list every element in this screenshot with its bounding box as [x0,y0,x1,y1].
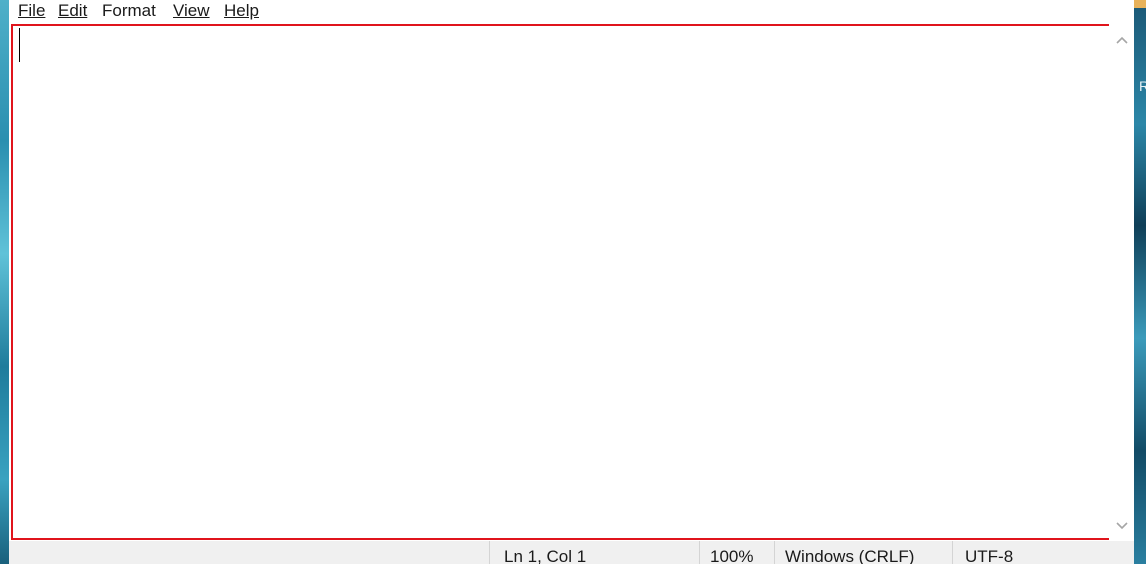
menu-view[interactable]: View [173,0,210,23]
menu-bar: File Edit Format View Help [9,0,1134,23]
scroll-down-button[interactable] [1109,513,1134,538]
status-bar: Ln 1, Col 1 100% Windows (CRLF) UTF-8 [9,541,1134,564]
menu-edit[interactable]: Edit [58,0,87,23]
scroll-up-button[interactable] [1109,27,1134,52]
menu-file[interactable]: File [18,0,45,23]
menu-format-label: Format [102,1,156,20]
status-line-ending: Windows (CRLF) [774,541,952,564]
chevron-down-icon [1115,521,1128,529]
notepad-window: File Edit Format View Help Ln 1, Col 1 1… [9,0,1134,564]
status-cursor-position: Ln 1, Col 1 [489,541,699,564]
desktop-icon-label-fragment: R [1139,78,1146,94]
menu-view-label: View [173,1,210,20]
text-caret [19,28,20,62]
menu-help[interactable]: Help [224,0,259,23]
menu-help-label: Help [224,1,259,20]
menu-edit-label: Edit [58,1,88,20]
menu-format[interactable]: Format [102,0,156,23]
status-encoding: UTF-8 [952,541,1134,564]
status-zoom: 100% [699,541,774,564]
text-editor-area[interactable] [9,23,1109,540]
chevron-up-icon [1115,36,1128,44]
menu-file-label: File [18,1,46,20]
vertical-scrollbar[interactable] [1109,23,1134,540]
